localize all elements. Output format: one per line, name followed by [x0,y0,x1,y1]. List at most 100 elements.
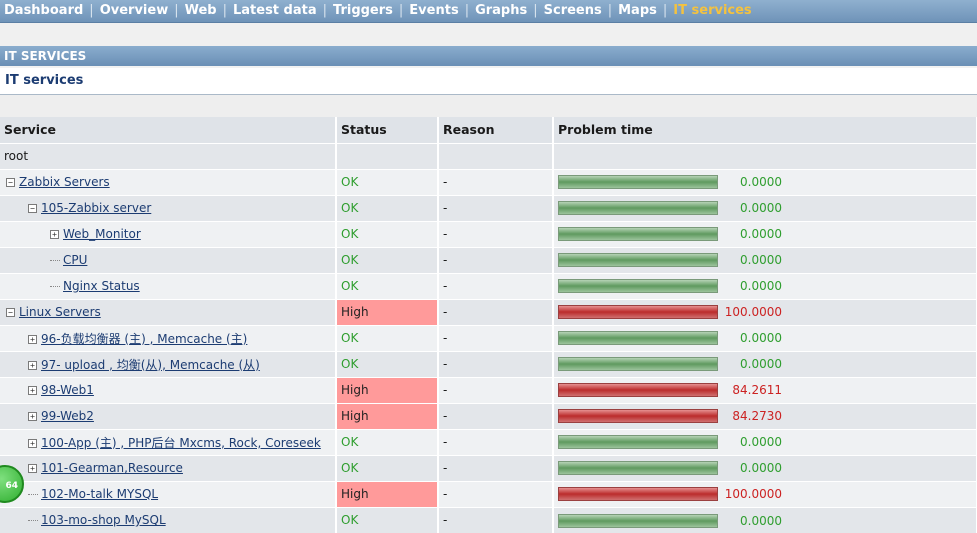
nav-item-graphs[interactable]: Graphs [471,0,531,22]
collapse-icon[interactable]: − [28,204,37,213]
problem-time-value: 0.0000 [740,331,782,346]
reason-cell: - [438,272,554,299]
service-cell: +97- upload , 均衡(从), Memcache (从) [0,350,337,377]
column-header-problem-time[interactable]: Problem time [553,117,977,143]
service-cell: +99-Web2 [0,402,337,429]
problem-time-value: 0.0000 [740,175,782,190]
service-link[interactable]: 98-Web1 [41,383,94,397]
status-cell: OK [336,324,439,351]
expand-icon[interactable]: + [28,438,37,448]
service-link[interactable]: 103-mo-shop MySQL [41,513,166,527]
nav-item-overview[interactable]: Overview [96,0,173,22]
service-link[interactable]: 100-App (主) , PHP后台 Mxcms, Rock, Coresee… [41,436,321,450]
table-row: +98-Web1 High -84.2611 [0,376,977,403]
table-row: − Linux Servers High -100.0000 [0,298,977,325]
reason-cell: - [438,246,554,273]
service-link[interactable]: CPU [63,253,87,267]
table-row: +99-Web2 High -84.2730 [0,402,977,429]
expand-icon[interactable]: + [28,464,37,473]
reason-cell: - [438,506,554,533]
expand-icon[interactable]: + [28,360,37,370]
services-table: Service Status Reason Problem time root … [0,117,977,533]
service-link[interactable]: 105-Zabbix server [41,201,151,215]
status-cell: OK [336,246,439,273]
reason-cell: - [438,168,554,195]
reason-cell: - [438,220,554,247]
sub-nav-bar [0,23,977,46]
problem-time-cell: 84.2730 [553,402,977,429]
nav-item-latest-data[interactable]: Latest data [229,0,321,22]
problem-time-value: 0.0000 [740,253,782,268]
service-link[interactable]: Nginx Status [63,279,140,293]
table-row: −105-Zabbix server OK -0.0000 [0,194,977,221]
nav-item-events[interactable]: Events [405,0,462,22]
service-cell: + Web_Monitor [0,220,337,247]
collapse-icon[interactable]: − [6,308,15,317]
service-cell: CPU [0,246,337,273]
collapse-icon[interactable]: − [6,178,15,187]
service-cell: Nginx Status [0,272,337,299]
problem-time-value: 84.2611 [732,383,782,398]
problem-time-bar [558,175,718,190]
nav-separator: | [89,3,94,18]
service-link[interactable]: 97- upload , 均衡(从), Memcache (从) [41,358,260,372]
root-label: root [0,142,337,169]
service-cell: − Linux Servers [0,298,337,325]
column-header-reason[interactable]: Reason [438,117,554,143]
problem-time-bar [558,435,718,450]
table-row: CPU OK - 0.0000 [0,246,977,273]
service-link[interactable]: Zabbix Servers [19,175,110,189]
service-link[interactable]: 101-Gearman,Resource [41,461,183,475]
expand-icon[interactable]: + [28,412,37,421]
nav-item-screens[interactable]: Screens [540,0,606,22]
tree-branch-icon [28,520,38,522]
problem-time-bar [558,279,718,294]
tree-branch-icon [28,494,38,495]
problem-time-bar [558,253,718,268]
status-cell: OK [336,168,439,195]
problem-time-value: 0.0000 [740,279,782,294]
problem-time-bar [558,461,718,476]
table-row: +100-App (主) , PHP后台 Mxcms, Rock, Corese… [0,428,977,455]
nav-separator: | [322,3,328,18]
service-link[interactable]: Linux Servers [19,305,101,319]
expand-icon[interactable]: + [28,386,37,395]
reason-cell: - [438,298,554,325]
nav-item-dashboard[interactable]: Dashboard [0,0,87,22]
reason-cell: - [438,324,554,351]
problem-time-cell: 0.0000 [553,428,977,455]
service-cell: +98-Web1 [0,376,337,403]
status-cell: High [336,298,439,325]
status-cell: OK [336,428,439,455]
problem-time-value: 0.0000 [740,357,782,372]
nav-separator: | [398,3,404,18]
service-link[interactable]: 102-Mo-talk MYSQL [41,487,158,501]
expand-icon[interactable]: + [50,230,59,239]
status-cell: High [336,376,439,403]
service-cell: 102-Mo-talk MYSQL [0,480,337,507]
nav-item-web[interactable]: Web [181,0,221,22]
problem-time-cell: 0.0000 [553,350,977,377]
problem-time-value: 0.0000 [740,227,782,242]
tree-branch-icon [50,286,60,287]
service-cell: +101-Gearman,Resource [0,454,337,481]
service-link[interactable]: 99-Web2 [41,409,94,423]
nav-item-triggers[interactable]: Triggers [329,0,397,22]
problem-time-bar [558,227,718,242]
top-nav: Dashboard | Overview | Web | Latest data | Trigg… [0,0,977,23]
service-link[interactable]: 96-负载均衡器 (主) , Memcache (主) [41,332,247,346]
problem-time-bar [558,409,718,424]
status-cell: OK [336,506,439,533]
problem-time-cell: 0.0000 [553,324,977,351]
column-header-service[interactable]: Service [0,117,337,143]
column-header-status[interactable]: Status [336,117,439,143]
expand-icon[interactable]: + [28,334,37,344]
nav-item-it-services[interactable]: IT services [669,0,755,22]
table-header-row: Service Status Reason Problem time [0,117,977,143]
nav-item-maps[interactable]: Maps [614,0,661,22]
status-cell: OK [336,194,439,221]
service-link[interactable]: Web_Monitor [63,227,141,241]
table-row: +96-负载均衡器 (主) , Memcache (主) OK -0.0000 [0,324,977,351]
service-cell: +96-负载均衡器 (主) , Memcache (主) [0,324,337,351]
service-cell: +100-App (主) , PHP后台 Mxcms, Rock, Corese… [0,428,337,455]
